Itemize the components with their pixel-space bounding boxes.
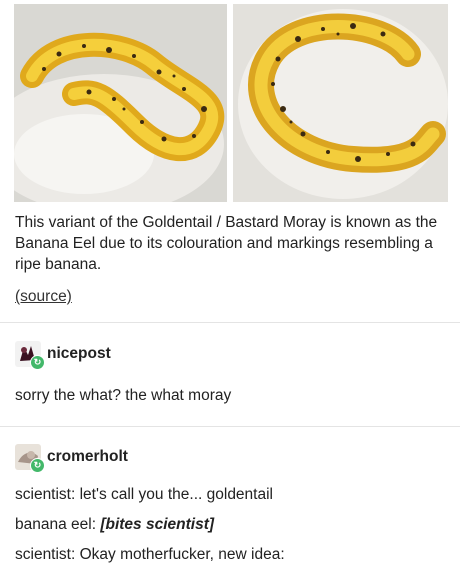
avatar[interactable]: ↻ [15,341,45,370]
source-link[interactable]: (source) [15,288,72,306]
reblog-icon: ↻ [30,355,45,370]
banana-eel-photo-left[interactable] [14,4,227,202]
reply-line: scientist: Okay motherfucker, new idea: [15,546,285,563]
reply-header-nicepost: ↻ nicepost [15,341,111,370]
reply-text: sorry the what? the what moray [15,387,232,404]
avatar[interactable]: ↻ [15,444,45,473]
post-caption: This variant of the Goldentail / Bastard… [15,214,438,273]
reply-line: scientist: let's call you the... goldent… [15,486,273,503]
username[interactable]: cromerholt [47,448,128,466]
reblog-icon: ↻ [30,458,45,473]
divider [0,322,460,323]
reply-line: banana eel: [bites scientist] [15,516,215,533]
post-photos [0,0,460,205]
divider [0,426,460,427]
username[interactable]: nicepost [47,345,111,363]
emphasis-text: [bites scientist] [100,516,215,533]
reply-header-cromerholt: ↻ cromerholt [15,444,128,473]
banana-eel-photo-right[interactable] [233,4,448,202]
